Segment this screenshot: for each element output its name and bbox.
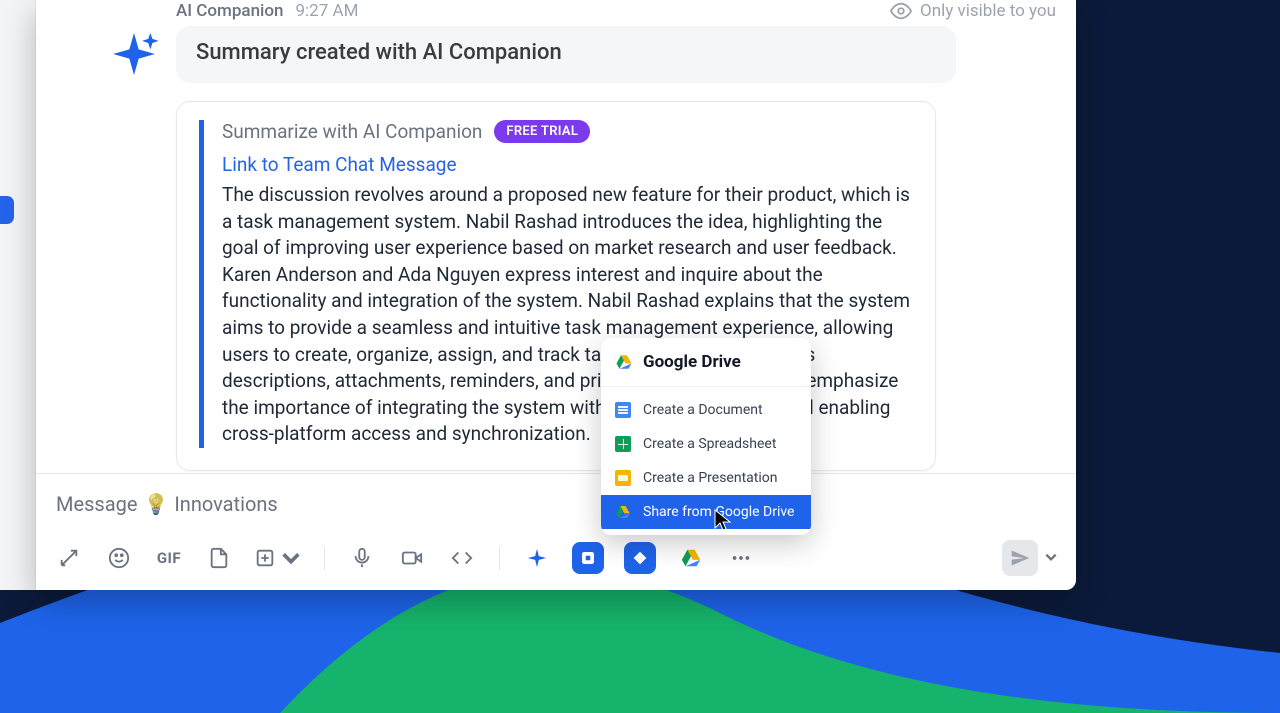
microphone-icon <box>351 547 373 569</box>
video-icon <box>401 547 423 569</box>
eye-icon <box>890 0 912 22</box>
compose-toolbar: GIF <box>54 540 1058 580</box>
file-icon <box>208 547 230 569</box>
google-drive-button[interactable] <box>676 543 706 573</box>
google-drive-popup: Google Drive Create a Document Create a … <box>601 338 811 535</box>
compose-area: Message 💡 Innovations GIF <box>36 473 1076 590</box>
code-icon <box>451 547 473 569</box>
drive-item-label: Create a Presentation <box>643 470 777 486</box>
message-header: AI Companion 9:27 AM Only visible to you <box>56 0 1056 26</box>
emoji-button[interactable] <box>104 543 134 573</box>
drive-create-presentation[interactable]: Create a Presentation <box>601 461 811 495</box>
app-icon <box>579 549 597 567</box>
send-options-button[interactable] <box>1044 549 1058 568</box>
compose-prefix: Message <box>56 492 137 516</box>
send-button[interactable] <box>1002 540 1038 576</box>
visibility-text: Only visible to you <box>920 1 1056 21</box>
sparkle-icon <box>106 26 162 82</box>
summary-text: The discussion revolves around a propose… <box>222 182 915 448</box>
compose-input[interactable]: Message 💡 Innovations <box>54 486 1058 522</box>
drive-create-document[interactable]: Create a Document <box>601 393 811 427</box>
send-icon <box>1010 548 1030 568</box>
app-button-2[interactable] <box>624 542 656 574</box>
more-apps-button[interactable] <box>726 543 756 573</box>
message-scroll-area: AI Companion 9:27 AM Only visible to you… <box>36 0 1076 473</box>
chat-panel: AI Companion 9:27 AM Only visible to you… <box>36 0 1076 590</box>
drive-item-label: Share from Google Drive <box>643 504 794 520</box>
video-record-button[interactable] <box>397 543 427 573</box>
format-button[interactable] <box>54 543 84 573</box>
emoji-icon <box>108 547 130 569</box>
google-drive-icon <box>615 504 631 520</box>
left-nav-rail <box>0 0 36 590</box>
gif-button[interactable]: GIF <box>154 543 184 573</box>
docs-icon <box>615 402 631 418</box>
summary-title: Summary created with AI Companion <box>196 40 936 65</box>
toolbar-separator <box>499 546 500 570</box>
team-chat-link[interactable]: Link to Team Chat Message <box>222 153 457 176</box>
google-drive-icon <box>615 353 633 371</box>
summary-heading: Summarize with AI Companion <box>222 120 482 143</box>
summary-body-card: Summarize with AI Companion FREE TRIAL L… <box>176 101 936 471</box>
diamond-icon <box>631 549 649 567</box>
sheets-icon <box>615 436 631 452</box>
toolbar-separator <box>324 546 325 570</box>
ai-companion-button[interactable] <box>522 543 552 573</box>
drive-popup-title: Google Drive <box>643 352 741 372</box>
bulb-icon: 💡 <box>143 492 168 516</box>
summary-header-card: Summary created with AI Companion <box>176 26 956 83</box>
slides-icon <box>615 470 631 486</box>
app-button-1[interactable] <box>572 542 604 574</box>
google-drive-icon <box>680 547 702 569</box>
screenshot-button[interactable] <box>254 543 302 573</box>
code-snippet-button[interactable] <box>447 543 477 573</box>
drive-popup-header: Google Drive <box>601 338 811 387</box>
message-time: 9:27 AM <box>296 1 359 21</box>
chevron-down-icon <box>280 547 302 569</box>
free-trial-badge: FREE TRIAL <box>494 120 590 143</box>
ai-companion-avatar <box>106 26 162 82</box>
compose-channel: Innovations <box>174 492 277 516</box>
drive-item-label: Create a Document <box>643 402 763 418</box>
chevron-down-icon <box>1044 550 1058 564</box>
visibility-label: Only visible to you <box>890 0 1056 22</box>
ellipsis-icon <box>730 547 752 569</box>
drive-item-label: Create a Spreadsheet <box>643 436 776 452</box>
audio-record-button[interactable] <box>347 543 377 573</box>
drive-create-spreadsheet[interactable]: Create a Spreadsheet <box>601 427 811 461</box>
screenshot-icon <box>254 547 276 569</box>
drive-share-from-drive[interactable]: Share from Google Drive <box>601 495 811 529</box>
nav-active-indicator <box>0 196 14 224</box>
attach-file-button[interactable] <box>204 543 234 573</box>
sender-name: AI Companion <box>176 1 284 21</box>
format-icon <box>58 547 80 569</box>
sparkle-icon <box>526 547 548 569</box>
